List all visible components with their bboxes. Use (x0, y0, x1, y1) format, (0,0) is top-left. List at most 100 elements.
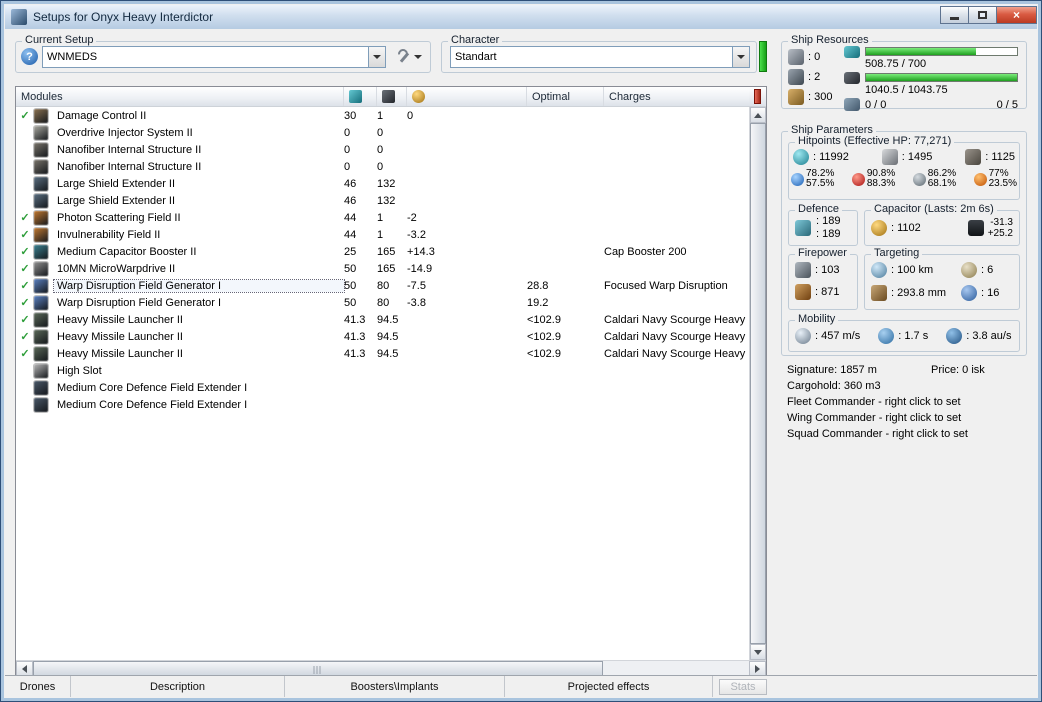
module-row[interactable]: Large Shield Extender II 46 132 (16, 192, 749, 209)
setup-tools-button[interactable] (392, 46, 428, 68)
module-row[interactable]: ✓ Damage Control II 30 1 0 (16, 107, 749, 124)
shield-hp-icon (793, 149, 809, 165)
bottom-tab[interactable]: Projected effects (505, 676, 713, 697)
stats-button[interactable]: Stats (719, 679, 767, 695)
modules-list: ✓ Damage Control II 30 1 0 Overdrive Inj… (16, 107, 749, 660)
module-cpu-value: 0 (344, 143, 351, 156)
active-check-icon: ✓ (20, 212, 30, 224)
hardpoints-column: : 0 : 2 : 300 (788, 49, 832, 105)
module-row[interactable]: ✓ Heavy Missile Launcher II 41.3 94.5 <1… (16, 345, 749, 362)
module-name: Damage Control II (57, 109, 147, 122)
module-powergrid-value: 0 (377, 143, 384, 156)
capacitor-amount-icon (871, 220, 887, 236)
thumb-grip-icon (313, 666, 323, 674)
module-powergrid-value: 0 (377, 160, 384, 173)
align-time-icon (878, 328, 895, 344)
volley-icon (795, 262, 811, 278)
module-powergrid-value: 132 (377, 177, 396, 190)
module-icon (34, 397, 48, 412)
explosive-resist-icon (973, 172, 987, 186)
character-group: Character Standart (441, 34, 757, 73)
cargohold-value: Cargohold: 360 m3 (787, 380, 881, 392)
scroll-up-button[interactable] (750, 107, 766, 123)
calibration-icon (788, 89, 804, 105)
vertical-scrollbar[interactable] (749, 107, 766, 660)
module-row[interactable]: ✓ Heavy Missile Launcher II 41.3 94.5 <1… (16, 311, 749, 328)
squad-commander-line[interactable]: Squad Commander - right click to set (787, 426, 1027, 442)
armor-hp-value: : 1495 (901, 151, 933, 163)
setup-combobox-arrow[interactable] (368, 47, 385, 67)
app-window: Setups for Onyx Heavy Interdictor × Curr… (0, 0, 1042, 702)
module-charge-value: Caldari Navy Scourge Heavy Missile (604, 330, 749, 343)
em-resist-cell: 78.2% 57.5% (791, 169, 834, 189)
price-value: Price: 0 isk (931, 364, 985, 376)
module-row[interactable]: ✓ Photon Scattering Field II 44 1 -2 (16, 209, 749, 226)
defence-bottom-value: : 189 (816, 228, 841, 240)
explosive-armor-resist: 23.5% (988, 178, 1017, 189)
bottom-tab-label: Drones (19, 680, 56, 693)
mobility-box: Mobility : 457 m/s : 1.7 s : 3.8 au/s (788, 313, 1020, 352)
close-button[interactable]: × (996, 6, 1037, 24)
module-row[interactable]: ✓ Invulnerability Field II 44 1 -3.2 (16, 226, 749, 243)
module-name: Medium Core Defence Field Extender I (57, 398, 248, 411)
module-charge-value: Caldari Navy Scourge Heavy Missile (604, 347, 749, 360)
module-row[interactable]: ✓ Warp Disruption Field Generator I 50 8… (16, 294, 749, 311)
capacitor-icon (412, 90, 425, 103)
module-cpu-value: 41.3 (344, 347, 366, 360)
module-row[interactable]: ✓ Heavy Missile Launcher II 41.3 94.5 <1… (16, 328, 749, 345)
module-capacitor-value: +14.3 (407, 245, 435, 258)
module-row[interactable]: Overdrive Injector System II 0 0 (16, 124, 749, 141)
fleet-commander-line[interactable]: Fleet Commander - right click to set (787, 394, 1027, 410)
maximize-button[interactable] (968, 6, 997, 24)
module-row[interactable]: ✓ Medium Capacitor Booster II 25 165 +14… (16, 243, 749, 260)
scroll-down-button[interactable] (750, 644, 766, 660)
defence-icon (795, 220, 811, 236)
module-icon (34, 312, 48, 327)
module-row[interactable]: Medium Core Defence Field Extender I (16, 379, 749, 396)
module-row[interactable]: ✓ Warp Disruption Field Generator I 50 8… (16, 277, 749, 294)
character-skill-status-bar (759, 41, 767, 72)
module-capacitor-value: -14.9 (407, 262, 433, 275)
app-icon (11, 9, 27, 25)
module-row[interactable]: Medium Core Defence Field Extender I (16, 396, 749, 413)
module-row[interactable]: High Slot (16, 362, 749, 379)
module-row[interactable]: ✓ 10MN MicroWarpdrive II 50 165 -14.9 (16, 260, 749, 277)
bottom-tab[interactable]: Description (71, 676, 285, 697)
setup-combobox[interactable]: WNMEDS (42, 46, 386, 68)
wing-commander-line[interactable]: Wing Commander - right click to set (787, 410, 1027, 426)
module-row[interactable]: Nanofiber Internal Structure II 0 0 (16, 158, 749, 175)
cpu-icon (349, 90, 362, 103)
character-combobox[interactable]: Standart (450, 46, 750, 68)
active-check-icon: ✓ (20, 314, 30, 326)
bottom-tab[interactable]: Boosters\Implants (285, 676, 505, 697)
active-check-icon: ✓ (20, 246, 30, 258)
triangle-up-icon (754, 112, 762, 118)
minimize-icon (950, 16, 959, 20)
character-combobox-arrow[interactable] (732, 47, 749, 67)
firepower-box: Firepower : 103 : 871 (788, 247, 858, 310)
module-row[interactable]: Large Shield Extender II 46 132 (16, 175, 749, 192)
cpu-icon (844, 45, 860, 58)
module-row[interactable]: Nanofiber Internal Structure II 0 0 (16, 141, 749, 158)
module-powergrid-value: 1 (377, 228, 384, 241)
module-powergrid-value: 132 (377, 194, 396, 207)
signature-value: Signature: 1857 m (787, 364, 877, 376)
module-icon (34, 363, 48, 378)
vertical-scrollbar-thumb[interactable] (750, 123, 766, 644)
title-bar[interactable]: Setups for Onyx Heavy Interdictor (5, 5, 1037, 29)
turret-hardpoints-value: : 0 (808, 51, 821, 63)
module-optimal-value: <102.9 (527, 347, 561, 360)
dps-value: : 871 (815, 286, 840, 298)
capacitor-recharge-value: +25.2 (987, 228, 1013, 239)
resists-row: 78.2% 57.5% 90.8% 88.3% 86.2% 68.1% 77% 23.5… (789, 165, 1019, 189)
module-cpu-value: 41.3 (344, 330, 366, 343)
module-icon (34, 261, 48, 276)
bottom-tab[interactable]: Drones (5, 676, 71, 697)
active-check-icon: ✓ (20, 297, 30, 309)
max-velocity-icon (795, 328, 811, 344)
powergrid-usage-value: 1040.5 / 1043.75 (865, 84, 948, 96)
powergrid-icon (844, 71, 860, 84)
module-cpu-value: 46 (344, 194, 357, 207)
help-button[interactable]: ? (21, 48, 38, 65)
minimize-button[interactable] (940, 6, 969, 24)
